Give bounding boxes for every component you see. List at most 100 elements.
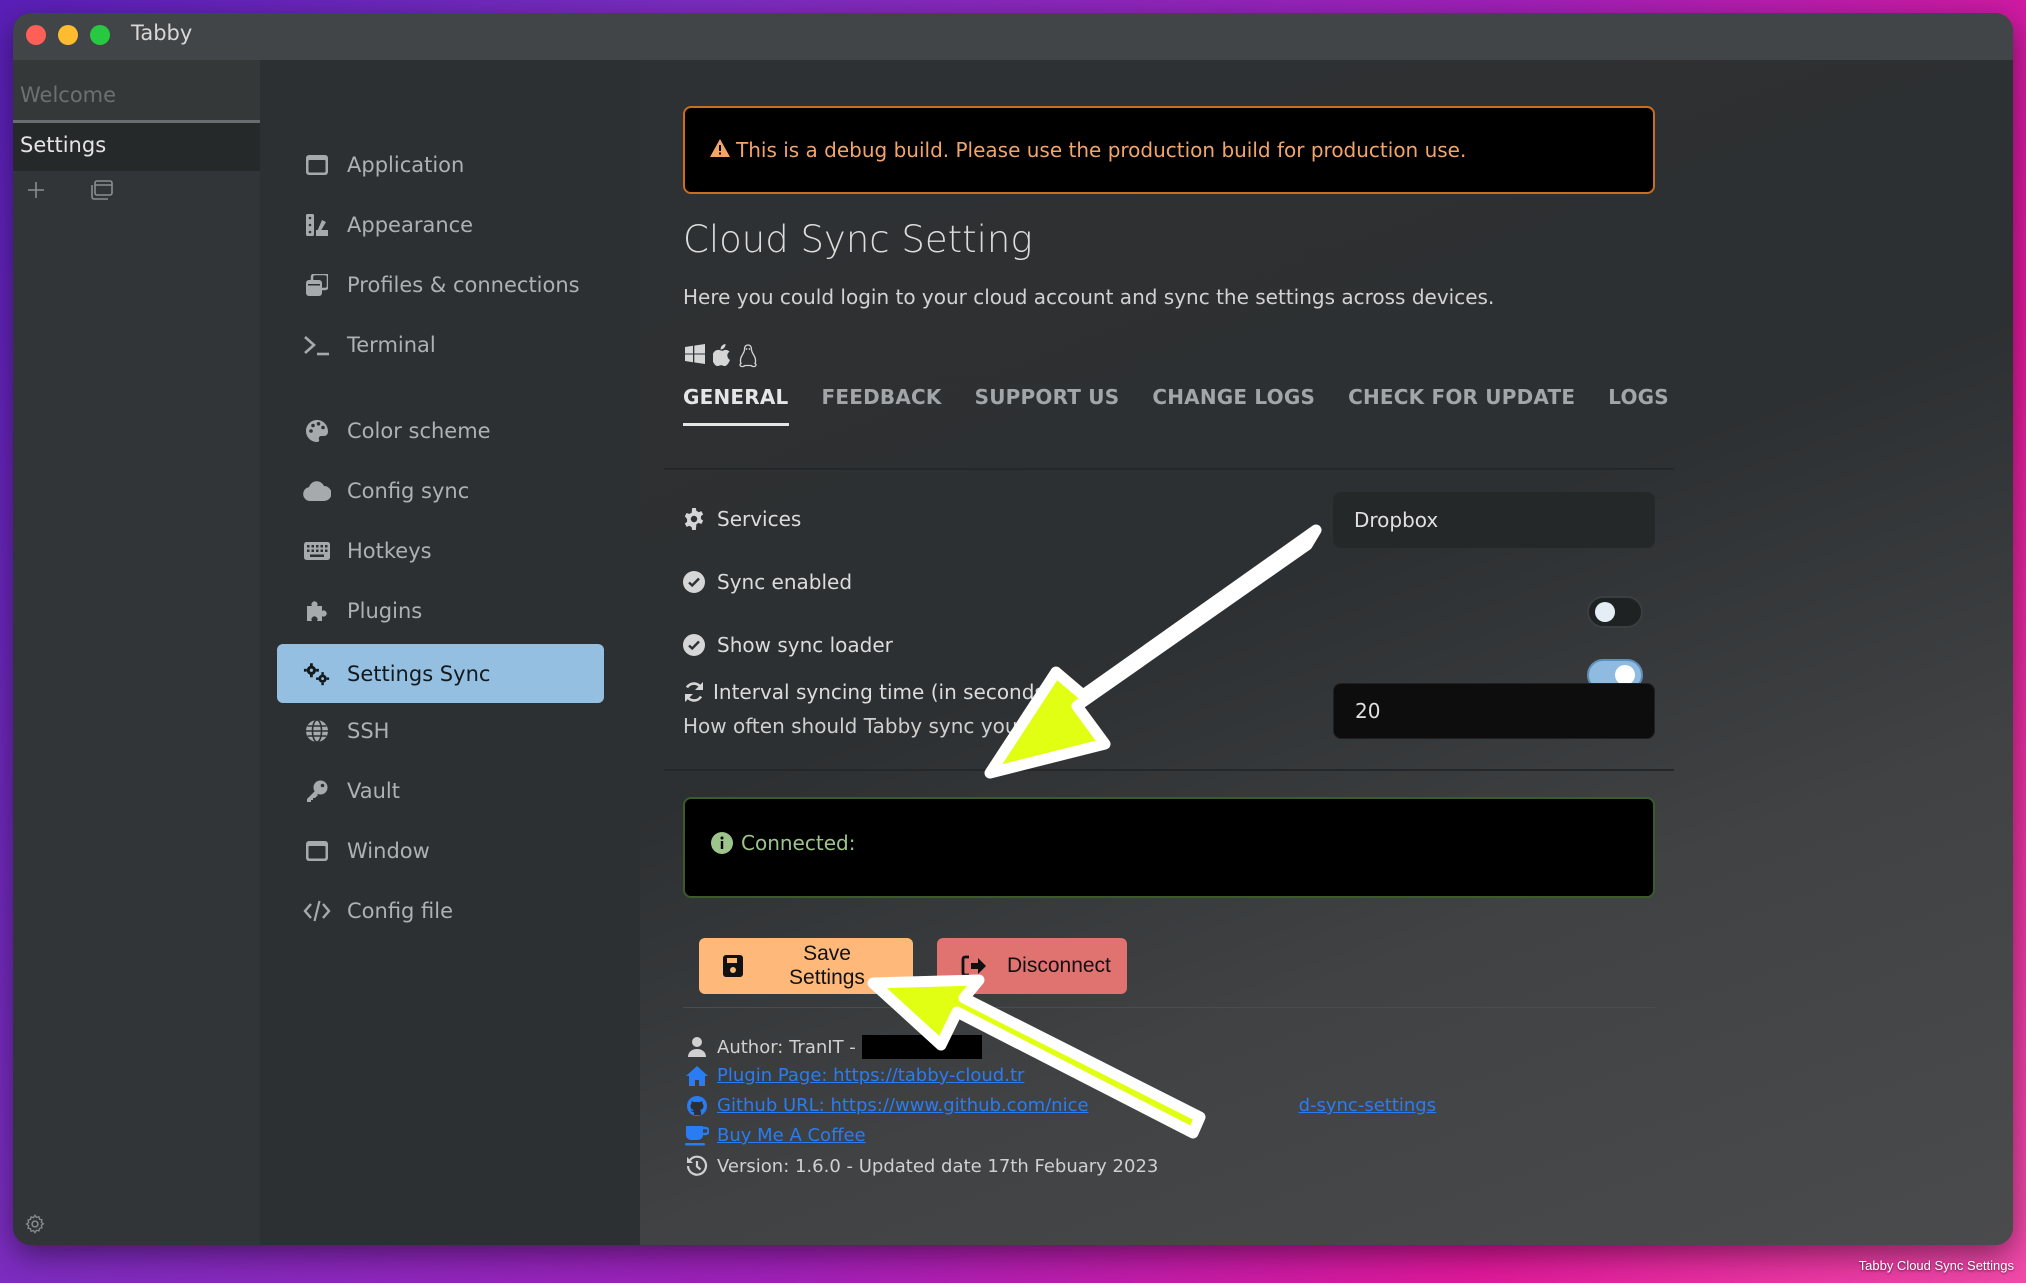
save-settings-button[interactable]: Save Settings	[699, 938, 913, 994]
nav-item-appearance[interactable]: Appearance	[277, 195, 604, 254]
interval-input[interactable]: 20	[1333, 683, 1655, 739]
new-tab-icon[interactable]	[24, 178, 48, 206]
nav-item-ssh[interactable]: SSH	[277, 701, 604, 760]
nav-item-application[interactable]: Application	[277, 135, 604, 194]
save-icon	[723, 955, 743, 977]
services-select-value: Dropbox	[1354, 508, 1439, 532]
tab-change-logs[interactable]: CHANGE LOGS	[1152, 385, 1315, 426]
gear-icon	[683, 508, 705, 530]
services-select[interactable]: Dropbox	[1333, 492, 1655, 548]
tab-welcome[interactable]: Welcome	[13, 60, 260, 123]
show-sync-loader-label: Show sync loader	[683, 633, 893, 657]
tab-strip: Welcome Settings	[13, 60, 260, 1245]
tab-check-for-update[interactable]: CHECK FOR UPDATE	[1348, 385, 1575, 426]
cogs-icon	[303, 660, 331, 688]
nav-item-label: Profiles & connections	[347, 272, 580, 297]
sync-enabled-toggle[interactable]	[1587, 596, 1643, 628]
settings-nav: Application Appearance Profiles & connec…	[260, 60, 640, 1245]
connected-status-box: Connected:	[683, 797, 1655, 898]
window-icon	[303, 151, 331, 179]
nav-item-profiles[interactable]: Profiles & connections	[277, 255, 604, 314]
interval-input-value: 20	[1355, 699, 1381, 723]
check-circle-icon	[683, 571, 705, 593]
github-link-text: Github URL: https://www.github.com/nice	[717, 1095, 1089, 1116]
debug-build-alert: This is a debug build. Please use the pr…	[683, 106, 1655, 194]
puzzle-icon	[303, 597, 331, 625]
nav-item-color-scheme[interactable]: Color scheme	[277, 401, 604, 460]
warning-icon	[710, 138, 730, 162]
github-link[interactable]: Github URL: https://www.github.com/nice d…	[717, 1095, 1436, 1116]
globe-icon	[303, 717, 331, 745]
plugin-page-link[interactable]: Plugin Page: https://tabby-cloud.tr	[717, 1065, 1024, 1086]
nav-item-label: Application	[347, 152, 465, 177]
window-icon	[303, 837, 331, 865]
nav-item-label: Window	[347, 838, 430, 863]
clone-icon	[303, 271, 331, 299]
buttons-divider	[683, 1007, 1655, 1008]
nav-item-label: Plugins	[347, 598, 423, 623]
palette-icon	[303, 417, 331, 445]
coffee-icon	[685, 1125, 709, 1146]
tab-general[interactable]: GENERAL	[683, 385, 789, 426]
window-icon[interactable]	[89, 178, 115, 206]
code-icon	[303, 897, 331, 925]
section-tabs: GENERAL FEEDBACK SUPPORT US CHANGE LOGS …	[683, 385, 1702, 426]
key-icon	[303, 777, 331, 805]
show-sync-loader-text: Show sync loader	[717, 633, 893, 657]
nav-item-label: Hotkeys	[347, 538, 432, 563]
nav-item-window[interactable]: Window	[277, 821, 604, 880]
nav-item-config-file[interactable]: Config file	[277, 881, 604, 940]
user-icon	[685, 1037, 709, 1057]
check-circle-icon	[683, 634, 705, 656]
author-line: Author: TranIT -	[685, 1035, 982, 1059]
tab-settings[interactable]: Settings	[13, 123, 260, 171]
author-text: Author: TranIT -	[717, 1036, 856, 1058]
sync-icon	[683, 681, 705, 703]
buy-me-a-coffee-link[interactable]: Buy Me A Coffee	[717, 1125, 866, 1146]
services-label-text: Services	[717, 507, 802, 531]
windows-icon	[685, 344, 705, 372]
info-circle-icon	[711, 831, 733, 854]
sign-out-icon	[961, 955, 987, 977]
linux-icon	[739, 344, 757, 372]
nav-item-hotkeys[interactable]: Hotkeys	[277, 521, 604, 580]
sync-enabled-text: Sync enabled	[717, 570, 853, 594]
settings-gear-icon[interactable]	[24, 1213, 46, 1239]
nav-item-plugins[interactable]: Plugins	[277, 581, 604, 640]
page-title: Cloud Sync Setting	[683, 218, 1033, 261]
disconnect-label: Disconnect	[1007, 954, 1111, 977]
minimize-window-button[interactable]	[58, 25, 78, 45]
tab-feedback[interactable]: FEEDBACK	[822, 385, 942, 426]
maximize-window-button[interactable]	[90, 25, 110, 45]
github-line: Github URL: https://www.github.com/nice d…	[685, 1095, 1436, 1116]
toggle-knob	[1615, 665, 1635, 685]
apple-icon	[712, 344, 731, 372]
nav-item-label: Config file	[347, 898, 454, 923]
disconnect-button[interactable]: Disconnect	[937, 938, 1127, 994]
keyboard-icon	[303, 537, 331, 565]
nav-item-label: SSH	[347, 718, 390, 743]
page-description: Here you could login to your cloud accou…	[683, 285, 1495, 309]
nav-item-label: Vault	[347, 778, 400, 803]
nav-item-label: Color scheme	[347, 418, 491, 443]
nav-item-settings-sync[interactable]: Settings Sync	[277, 644, 604, 703]
version-text: Version: 1.6.0 - Updated date 17th Febua…	[717, 1155, 1159, 1177]
nav-item-label: Settings Sync	[347, 661, 491, 686]
debug-alert-text: This is a debug build. Please use the pr…	[736, 138, 1467, 162]
nav-item-terminal[interactable]: Terminal	[277, 315, 604, 374]
tab-support-us[interactable]: SUPPORT US	[975, 385, 1120, 426]
swatchbook-icon	[303, 211, 331, 239]
tab-logs[interactable]: LOGS	[1608, 385, 1669, 426]
plugin-page-line: Plugin Page: https://tabby-cloud.tr	[685, 1065, 1024, 1086]
history-icon	[685, 1155, 709, 1177]
sync-enabled-label: Sync enabled	[683, 570, 852, 594]
connected-label: Connected:	[741, 830, 856, 855]
nav-item-label: Appearance	[347, 212, 474, 237]
cloud-icon	[303, 477, 331, 505]
home-icon	[685, 1065, 709, 1086]
interval-label: Interval syncing time (in seconds)	[683, 680, 1053, 704]
nav-item-config-sync[interactable]: Config sync	[277, 461, 604, 520]
redacted-block	[861, 1035, 982, 1059]
close-window-button[interactable]	[26, 25, 46, 45]
nav-item-vault[interactable]: Vault	[277, 761, 604, 820]
